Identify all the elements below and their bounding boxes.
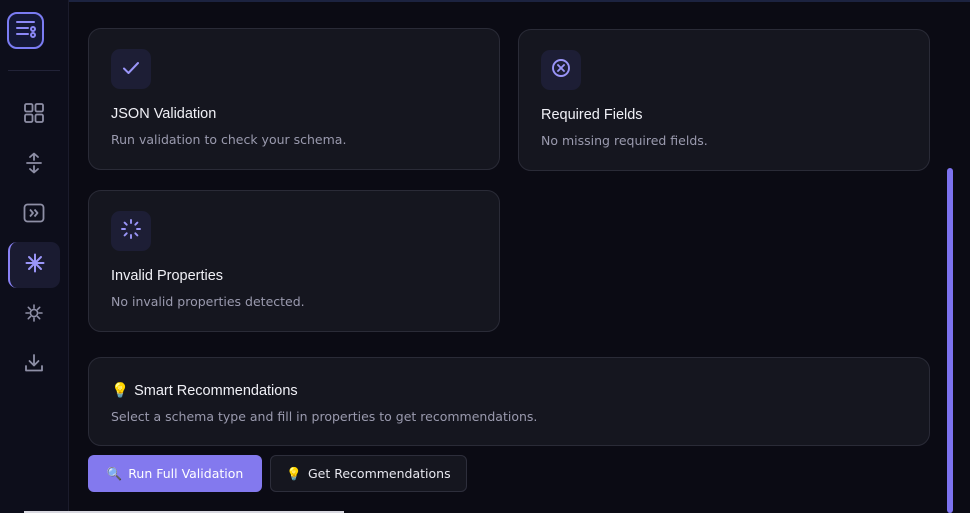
get-recommendations-button[interactable]: 💡 Get Recommendations <box>270 455 467 492</box>
resize-vertical-icon <box>24 152 44 178</box>
list-settings-icon <box>14 18 38 44</box>
scrollbar-thumb[interactable] <box>947 168 953 513</box>
grid-icon <box>23 102 45 128</box>
json-validation-icon-box <box>111 49 151 89</box>
json-validation-card: JSON Validation Run validation to check … <box>88 28 500 170</box>
lightbulb-icon: 💡 <box>286 465 302 481</box>
invalid-properties-title: Invalid Properties <box>111 268 224 284</box>
recommendations-panel: 💡 Smart Recommendations Select a schema … <box>88 357 930 446</box>
recommendations-text: Select a schema type and fill in propert… <box>111 409 538 424</box>
fast-forward-box-icon <box>23 203 45 227</box>
run-full-validation-button[interactable]: 🔍 Run Full Validation <box>88 455 262 492</box>
main-content: JSON Validation Run validation to check … <box>70 0 970 513</box>
magnifier-icon: 🔍 <box>106 465 123 481</box>
json-validation-text: Run validation to check your schema. <box>111 132 347 147</box>
sidebar <box>0 0 69 513</box>
json-validation-title: JSON Validation <box>111 106 217 122</box>
download-icon <box>24 353 44 377</box>
virus-icon <box>25 304 43 326</box>
required-fields-icon-box <box>541 50 581 90</box>
lightbulb-icon: 💡 <box>111 383 130 399</box>
sidebar-divider <box>8 70 60 71</box>
nav-debug[interactable] <box>8 292 60 338</box>
loader-icon <box>120 218 142 244</box>
nav-validation[interactable] <box>8 242 60 288</box>
logo[interactable] <box>7 12 44 49</box>
run-full-validation-label: Run Full Validation <box>128 466 244 481</box>
recommendations-heading: 💡 Smart Recommendations <box>111 382 298 400</box>
invalid-properties-card: Invalid Properties No invalid properties… <box>88 190 500 332</box>
invalid-properties-icon-box <box>111 211 151 251</box>
nav-grid[interactable] <box>8 92 60 138</box>
get-recommendations-label: Get Recommendations <box>307 466 451 481</box>
recommendations-title: Smart Recommendations <box>134 382 298 399</box>
nav-preview[interactable] <box>8 192 60 238</box>
nav-resize[interactable] <box>8 142 60 188</box>
required-fields-card: Required Fields No missing required fiel… <box>518 29 930 171</box>
nav-export[interactable] <box>8 342 60 388</box>
x-circle-icon <box>551 58 571 82</box>
asterisk-icon <box>25 253 45 277</box>
check-icon <box>122 60 140 79</box>
invalid-properties-text: No invalid properties detected. <box>111 294 305 309</box>
required-fields-title: Required Fields <box>541 107 643 123</box>
required-fields-text: No missing required fields. <box>541 133 708 148</box>
